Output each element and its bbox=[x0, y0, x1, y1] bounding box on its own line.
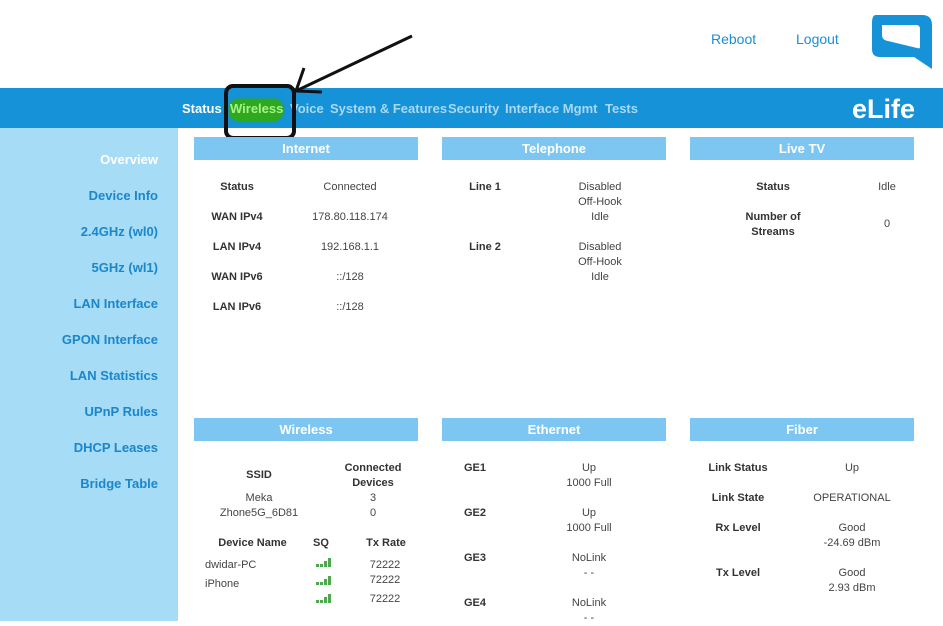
wireless-devices-value: 0 bbox=[369, 507, 377, 519]
internet-label: LAN IPv6 bbox=[212, 301, 262, 313]
fiber-value: OPERATIONAL bbox=[813, 492, 891, 504]
internet-value: ::/128 bbox=[336, 301, 364, 313]
wireless-ssid-value: Zhone5G_6D81 bbox=[219, 507, 299, 519]
fiber-value: Up bbox=[844, 462, 860, 474]
wireless-panel-header: Wireless bbox=[194, 418, 418, 441]
signal-bars-icon bbox=[316, 593, 334, 603]
fiber-panel-header: Fiber bbox=[690, 418, 914, 441]
livetv-status-label: Status bbox=[756, 181, 790, 193]
telephone-line-value: Off-Hook bbox=[578, 196, 622, 208]
sidebar-item-5ghz[interactable]: 5GHz (wl1) bbox=[92, 260, 158, 275]
nav-system-features[interactable]: System & Features bbox=[330, 101, 447, 116]
wireless-tx-rate: 72222 bbox=[369, 574, 401, 586]
signal-bars-icon bbox=[316, 557, 334, 567]
fiber-label: Rx Level bbox=[715, 522, 761, 534]
internet-label: WAN IPv4 bbox=[211, 211, 263, 223]
livetv-streams-label: Streams bbox=[751, 226, 795, 238]
wireless-tx-rate: 72222 bbox=[369, 559, 401, 571]
nav-security[interactable]: Security bbox=[448, 101, 499, 116]
ethernet-port-label: GE4 bbox=[463, 597, 486, 609]
brand-logo: eLife bbox=[852, 94, 916, 124]
wireless-tx-rate: 72222 bbox=[369, 593, 401, 605]
nav-status[interactable]: Status bbox=[182, 101, 222, 116]
sidebar-item-gpon-interface[interactable]: GPON Interface bbox=[62, 332, 158, 347]
internet-label: LAN IPv4 bbox=[212, 241, 262, 253]
annotation-arrow-icon bbox=[293, 34, 413, 94]
livetv-panel-header: Live TV bbox=[690, 137, 914, 160]
ethernet-port-label: GE1 bbox=[463, 462, 486, 474]
nav-interface-mgmt[interactable]: Interface Mgmt bbox=[505, 101, 597, 116]
sidebar-item-2-4ghz[interactable]: 2.4GHz (wl0) bbox=[81, 224, 158, 239]
sidebar-item-overview[interactable]: Overview bbox=[100, 152, 158, 167]
fiber-value: -24.69 dBm bbox=[823, 537, 881, 549]
internet-value: 192.168.1.1 bbox=[320, 241, 380, 253]
sidebar-item-upnp-rules[interactable]: UPnP Rules bbox=[85, 404, 158, 419]
ethernet-port-value: Up bbox=[581, 507, 597, 519]
reboot-link[interactable]: Reboot bbox=[711, 31, 756, 47]
fiber-value: Good bbox=[838, 522, 866, 534]
ethernet-port-value: 1000 Full bbox=[566, 477, 612, 489]
telephone-panel-header: Telephone bbox=[442, 137, 666, 160]
signal-bars-icon bbox=[316, 575, 334, 585]
ethernet-port-value: Up bbox=[581, 462, 597, 474]
sidebar-item-device-info[interactable]: Device Info bbox=[89, 188, 158, 203]
wireless-devices-value: 3 bbox=[369, 492, 377, 504]
internet-value: Connected bbox=[323, 181, 377, 193]
wireless-device-name-header: Device Name bbox=[218, 537, 287, 549]
telephone-line-label: Line 1 bbox=[469, 181, 501, 193]
wireless-connected-header: Connected bbox=[344, 462, 402, 474]
wireless-connected-header: Devices bbox=[352, 477, 394, 489]
ethernet-port-label: GE2 bbox=[463, 507, 486, 519]
telephone-line-value: Off-Hook bbox=[578, 256, 622, 268]
internet-label: Status bbox=[220, 181, 254, 193]
ethernet-port-value: 1000 Full bbox=[566, 522, 612, 534]
telephone-line-value: Idle bbox=[591, 211, 609, 223]
ethernet-port-value: - - bbox=[583, 612, 595, 624]
wireless-device-name: dwidar-PC bbox=[205, 559, 257, 571]
ethernet-port-value: NoLink bbox=[571, 552, 607, 564]
fiber-value: Good bbox=[838, 567, 866, 579]
chat-bubble-logo-icon bbox=[872, 15, 932, 69]
internet-panel-header: Internet bbox=[194, 137, 418, 160]
sidebar-item-dhcp-leases[interactable]: DHCP Leases bbox=[74, 440, 158, 455]
telephone-line-value: Disabled bbox=[578, 241, 622, 253]
ethernet-port-value: - - bbox=[583, 567, 595, 579]
fiber-value: 2.93 dBm bbox=[828, 582, 876, 594]
wireless-device-name: iPhone bbox=[205, 578, 240, 590]
wireless-ssid-header: SSID bbox=[246, 469, 272, 481]
livetv-streams-value: 0 bbox=[883, 218, 891, 230]
nav-tests[interactable]: Tests bbox=[605, 101, 638, 116]
fiber-label: Link State bbox=[711, 492, 765, 504]
sidebar-item-bridge-table[interactable]: Bridge Table bbox=[80, 476, 158, 491]
top-nav-bar: Status Wireless Voice System & Features … bbox=[0, 88, 943, 128]
wireless-sq-header: SQ bbox=[313, 537, 329, 549]
internet-label: WAN IPv6 bbox=[211, 271, 263, 283]
telephone-line-value: Idle bbox=[591, 271, 609, 283]
sidebar-item-lan-interface[interactable]: LAN Interface bbox=[73, 296, 158, 311]
livetv-status-value: Idle bbox=[878, 181, 896, 193]
telephone-line-value: Disabled bbox=[578, 181, 622, 193]
wireless-ssid-value: Meka bbox=[245, 492, 273, 504]
sidebar-item-lan-statistics[interactable]: LAN Statistics bbox=[70, 368, 158, 383]
internet-value: 178.80.118.174 bbox=[312, 211, 388, 223]
internet-value: ::/128 bbox=[336, 271, 364, 283]
logout-link[interactable]: Logout bbox=[796, 31, 839, 47]
ethernet-panel-header: Ethernet bbox=[442, 418, 666, 441]
sidebar: Overview Device Info 2.4GHz (wl0) 5GHz (… bbox=[0, 128, 178, 621]
wireless-tx-header: Tx Rate bbox=[366, 537, 406, 549]
livetv-streams-label: Number of bbox=[745, 211, 801, 223]
telephone-line-label: Line 2 bbox=[469, 241, 501, 253]
ethernet-port-label: GE3 bbox=[463, 552, 486, 564]
ethernet-port-value: NoLink bbox=[571, 597, 607, 609]
fiber-label: Link Status bbox=[708, 462, 768, 474]
fiber-label: Tx Level bbox=[715, 567, 761, 579]
